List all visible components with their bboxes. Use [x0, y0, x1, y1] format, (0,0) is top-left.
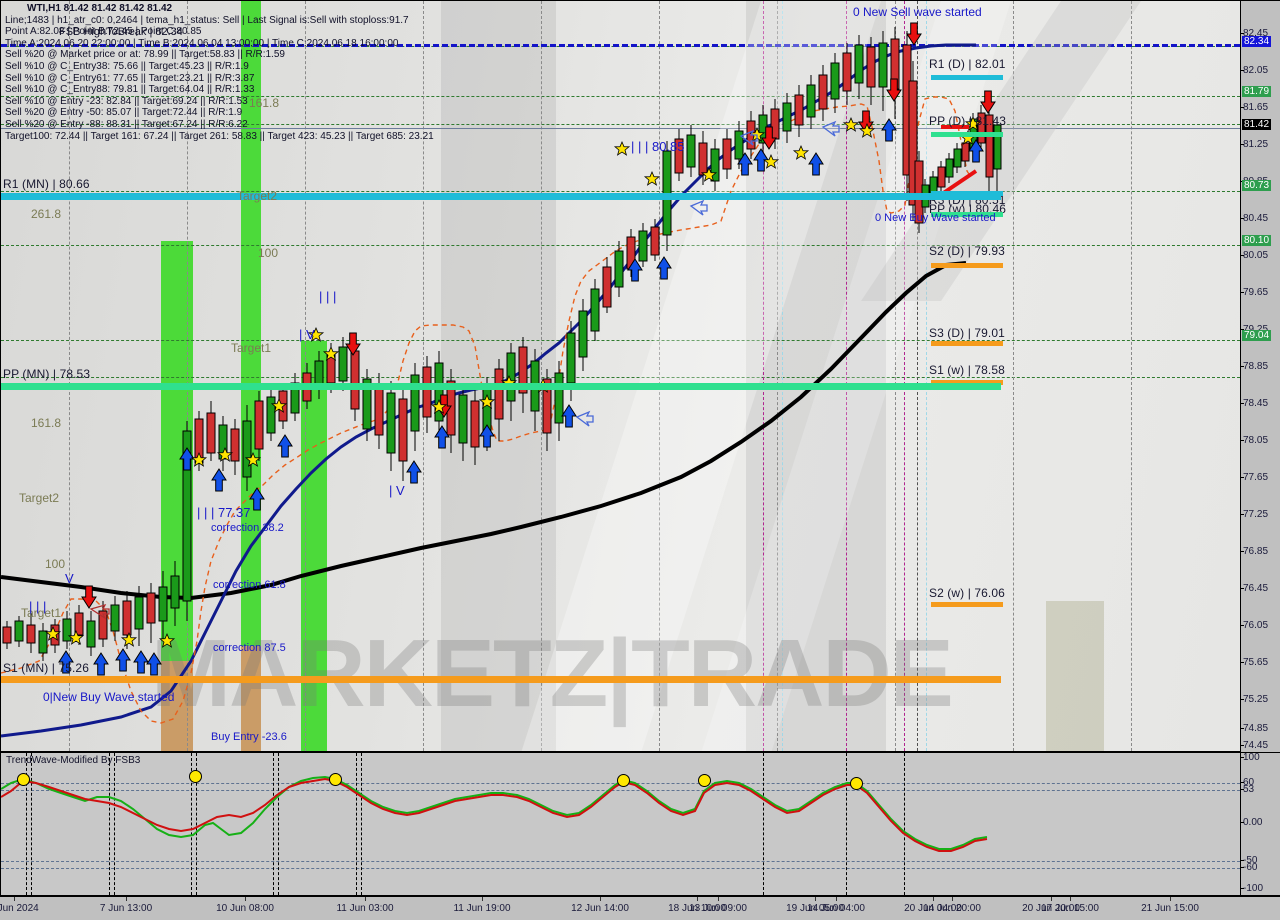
- price-tick: 74.85: [1240, 723, 1269, 734]
- indicator-signal-dot: [17, 773, 30, 786]
- price-badge: 82.34: [1242, 36, 1272, 47]
- annotation-label-10: | V: [389, 483, 405, 498]
- price-badge: 81.79: [1242, 86, 1272, 97]
- price-tick: 81.25: [1240, 139, 1269, 150]
- indicator-signal-dot: [850, 777, 863, 790]
- time-tick-mark: [600, 897, 601, 901]
- time-tick-mark: [1070, 897, 1071, 901]
- annotation-label-11: | | |: [319, 289, 337, 304]
- annotation-label-3: correction 87.5: [213, 642, 286, 654]
- annotation-label-5: 0|New Buy Wave started: [43, 690, 175, 704]
- price-badge: 79.04: [1242, 330, 1272, 341]
- price-tick: 82.05: [1240, 65, 1269, 76]
- time-tick-label: 21 Jun 15:00: [1141, 903, 1199, 914]
- indicator-tick: -60: [1240, 862, 1258, 873]
- header-line-4: Sell %10 @ C_Entry38: 75.66 || Target:45…: [5, 60, 249, 72]
- time-tick-mark: [365, 897, 366, 901]
- indicator-pane[interactable]: TrendWave-Modified By FSB3: [0, 752, 1240, 896]
- price-tick: 74.45: [1240, 740, 1269, 751]
- header-line-6: Sell %10 @ C_Entry88: 79.81 || Target:64…: [5, 84, 255, 96]
- header-line-8: Sell %20 @ Entry -50: 85.07 || Target:72…: [5, 107, 243, 119]
- price-tick: 77.25: [1240, 509, 1269, 520]
- indicator-signal-dot: [698, 774, 711, 787]
- chart-header-info: WTI,H1 81.42 81.42 81.42 81.42 Line;1483…: [5, 3, 434, 142]
- time-tick-mark: [14, 897, 15, 901]
- price-tick: 80.05: [1240, 250, 1269, 261]
- annotation-label-12: | | |: [29, 599, 47, 614]
- indicator-signal-dot: [617, 774, 630, 787]
- time-axis[interactable]: 6 Jun 2024 7 Jun 13:00 10 Jun 08:00 11 Jun …: [0, 896, 1280, 920]
- time-tick-label: 6 Jun 2024: [0, 903, 39, 914]
- fsb-hightobreak-label: FSB HighToBreak | 82.34: [59, 26, 183, 38]
- time-tick-mark: [126, 897, 127, 901]
- price-tick: 80.45: [1240, 213, 1269, 224]
- indicator-tick: -100: [1240, 883, 1264, 894]
- indicator-tick: 100: [1241, 752, 1260, 763]
- indicator-tick: 53: [1240, 784, 1255, 795]
- price-badge: 81.42: [1242, 119, 1272, 130]
- price-badge: 80.10: [1242, 235, 1272, 246]
- time-tick-label: 19 Jun 05:00: [786, 903, 844, 914]
- indicator-axis: 100 60 53 0.00 -50 -60 -100: [1240, 752, 1280, 896]
- price-tick: 79.65: [1240, 287, 1269, 298]
- time-tick-mark: [245, 897, 246, 901]
- time-tick-mark: [952, 897, 953, 901]
- indicator-signal-dot: [329, 773, 342, 786]
- price-axis[interactable]: 82.4582.0581.6581.2580.8580.4580.0579.65…: [1240, 0, 1280, 752]
- time-tick-label: 20 Jun 04:00: [904, 903, 962, 914]
- time-tick-label: 7 Jun 13:00: [99, 903, 153, 914]
- price-tick: 78.45: [1240, 398, 1269, 409]
- time-tick-mark: [482, 897, 483, 901]
- header-line-7: Sell %10 @ Entry -23: 82.84 || Target:69…: [5, 95, 248, 107]
- time-tick-mark: [718, 897, 719, 901]
- indicator-tick: 0.00: [1240, 817, 1263, 828]
- annotation-label-9: | V: [299, 327, 315, 342]
- header-line-2: Time A:2024.06.20 22:00:00 | Time B:2024…: [5, 37, 399, 49]
- time-tick-mark: [697, 897, 698, 901]
- annotation-label-6: 0 New Buy Wave started: [875, 212, 996, 224]
- trading-chart-window: MARKETZ|TRADE R1 (D) | 82.01 PP (D) | 81…: [0, 0, 1280, 920]
- price-tick: 78.05: [1240, 435, 1269, 446]
- price-tick: 75.25: [1240, 694, 1269, 705]
- time-tick-mark: [933, 897, 934, 901]
- annotation-label-7: 0 New Sell wave started: [853, 5, 982, 19]
- price-tick: 76.85: [1240, 546, 1269, 557]
- time-tick-mark: [836, 897, 837, 901]
- header-line-0: Line;1483 | h1_atr_c0: 0,2464 | tema_h1_…: [5, 14, 409, 26]
- header-line-3: Sell %20 @ Market price or at: 78.99 || …: [5, 49, 285, 61]
- annotation-label-4: Buy Entry -23.6: [211, 731, 287, 743]
- annotation-label-2: correction 61.8: [213, 579, 286, 591]
- annotation-label-8: | | | 80.85: [631, 139, 685, 154]
- time-tick-label: 11 Jun 03:00: [336, 903, 394, 914]
- price-tick: 81.65: [1240, 102, 1269, 113]
- annotation-label-13: V: [65, 571, 74, 586]
- annotation-label-0: | | | 77.37: [197, 505, 251, 520]
- header-line-9: Sell %20 @ Entry -88: 88.31 || Target:67…: [5, 118, 248, 130]
- time-tick-label: 10 Jun 08:00: [216, 903, 274, 914]
- time-tick-label: 20 Jun 20:00: [1022, 903, 1080, 914]
- price-tick: 78.85: [1240, 361, 1269, 372]
- time-tick-label: 11 Jun 19:00: [453, 903, 511, 914]
- price-tick: 76.45: [1240, 583, 1269, 594]
- time-tick-label: 12 Jun 14:00: [571, 903, 629, 914]
- header-line-10: Target100: 72.44 || Target 161: 67.24 ||…: [5, 130, 434, 142]
- price-badge: 80.73: [1242, 180, 1272, 191]
- time-tick-mark: [815, 897, 816, 901]
- price-tick: 75.65: [1240, 657, 1269, 668]
- annotation-label-1: correction 38.2: [211, 522, 284, 534]
- price-chart-pane[interactable]: MARKETZ|TRADE R1 (D) | 82.01 PP (D) | 81…: [0, 0, 1240, 752]
- header-line-5: Sell %10 @ C_Entry61: 77.65 || Target:23…: [5, 72, 255, 84]
- time-tick-mark: [1170, 897, 1171, 901]
- time-tick-mark: [1051, 897, 1052, 901]
- price-tick: 77.65: [1240, 472, 1269, 483]
- indicator-signal-dot: [189, 770, 202, 783]
- symbol-label: WTI,H1 81.42 81.42 81.42 81.42: [27, 3, 173, 14]
- time-tick-label: 18 Jun 10:00: [668, 903, 726, 914]
- price-tick: 76.05: [1240, 620, 1269, 631]
